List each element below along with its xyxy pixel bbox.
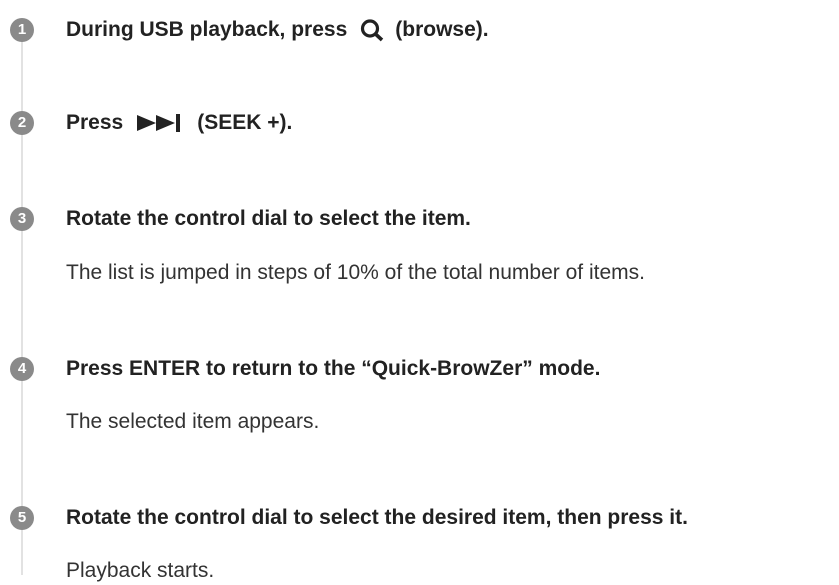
step-number-badge: 5	[10, 506, 34, 530]
step-title-text: Press	[66, 111, 124, 134]
skip-forward-icon	[137, 113, 187, 133]
step-title-text-after: (SEEK +).	[197, 111, 293, 134]
step-title-text: During USB playback, press	[66, 18, 348, 41]
step-title: Rotate the control dial to select the it…	[66, 207, 471, 230]
magnifier-icon	[359, 18, 385, 42]
step-description: The selected item appears.	[66, 410, 320, 433]
step-number-badge: 1	[10, 18, 34, 42]
step-number-badge: 3	[10, 207, 34, 231]
step-title: During USB playback, press (browse).	[66, 18, 489, 42]
step-number-badge: 4	[10, 357, 34, 381]
step-description: The list is jumped in steps of 10% of th…	[66, 261, 645, 284]
step-number-badge: 2	[10, 111, 34, 135]
step-title: Press (SEEK +).	[66, 111, 292, 135]
step-title-text-after: (browse).	[395, 18, 489, 41]
step-title: Rotate the control dial to select the de…	[66, 506, 688, 529]
step-title: Press ENTER to return to the “Quick-Brow…	[66, 357, 601, 380]
step-description: Playback starts.	[66, 559, 215, 582]
